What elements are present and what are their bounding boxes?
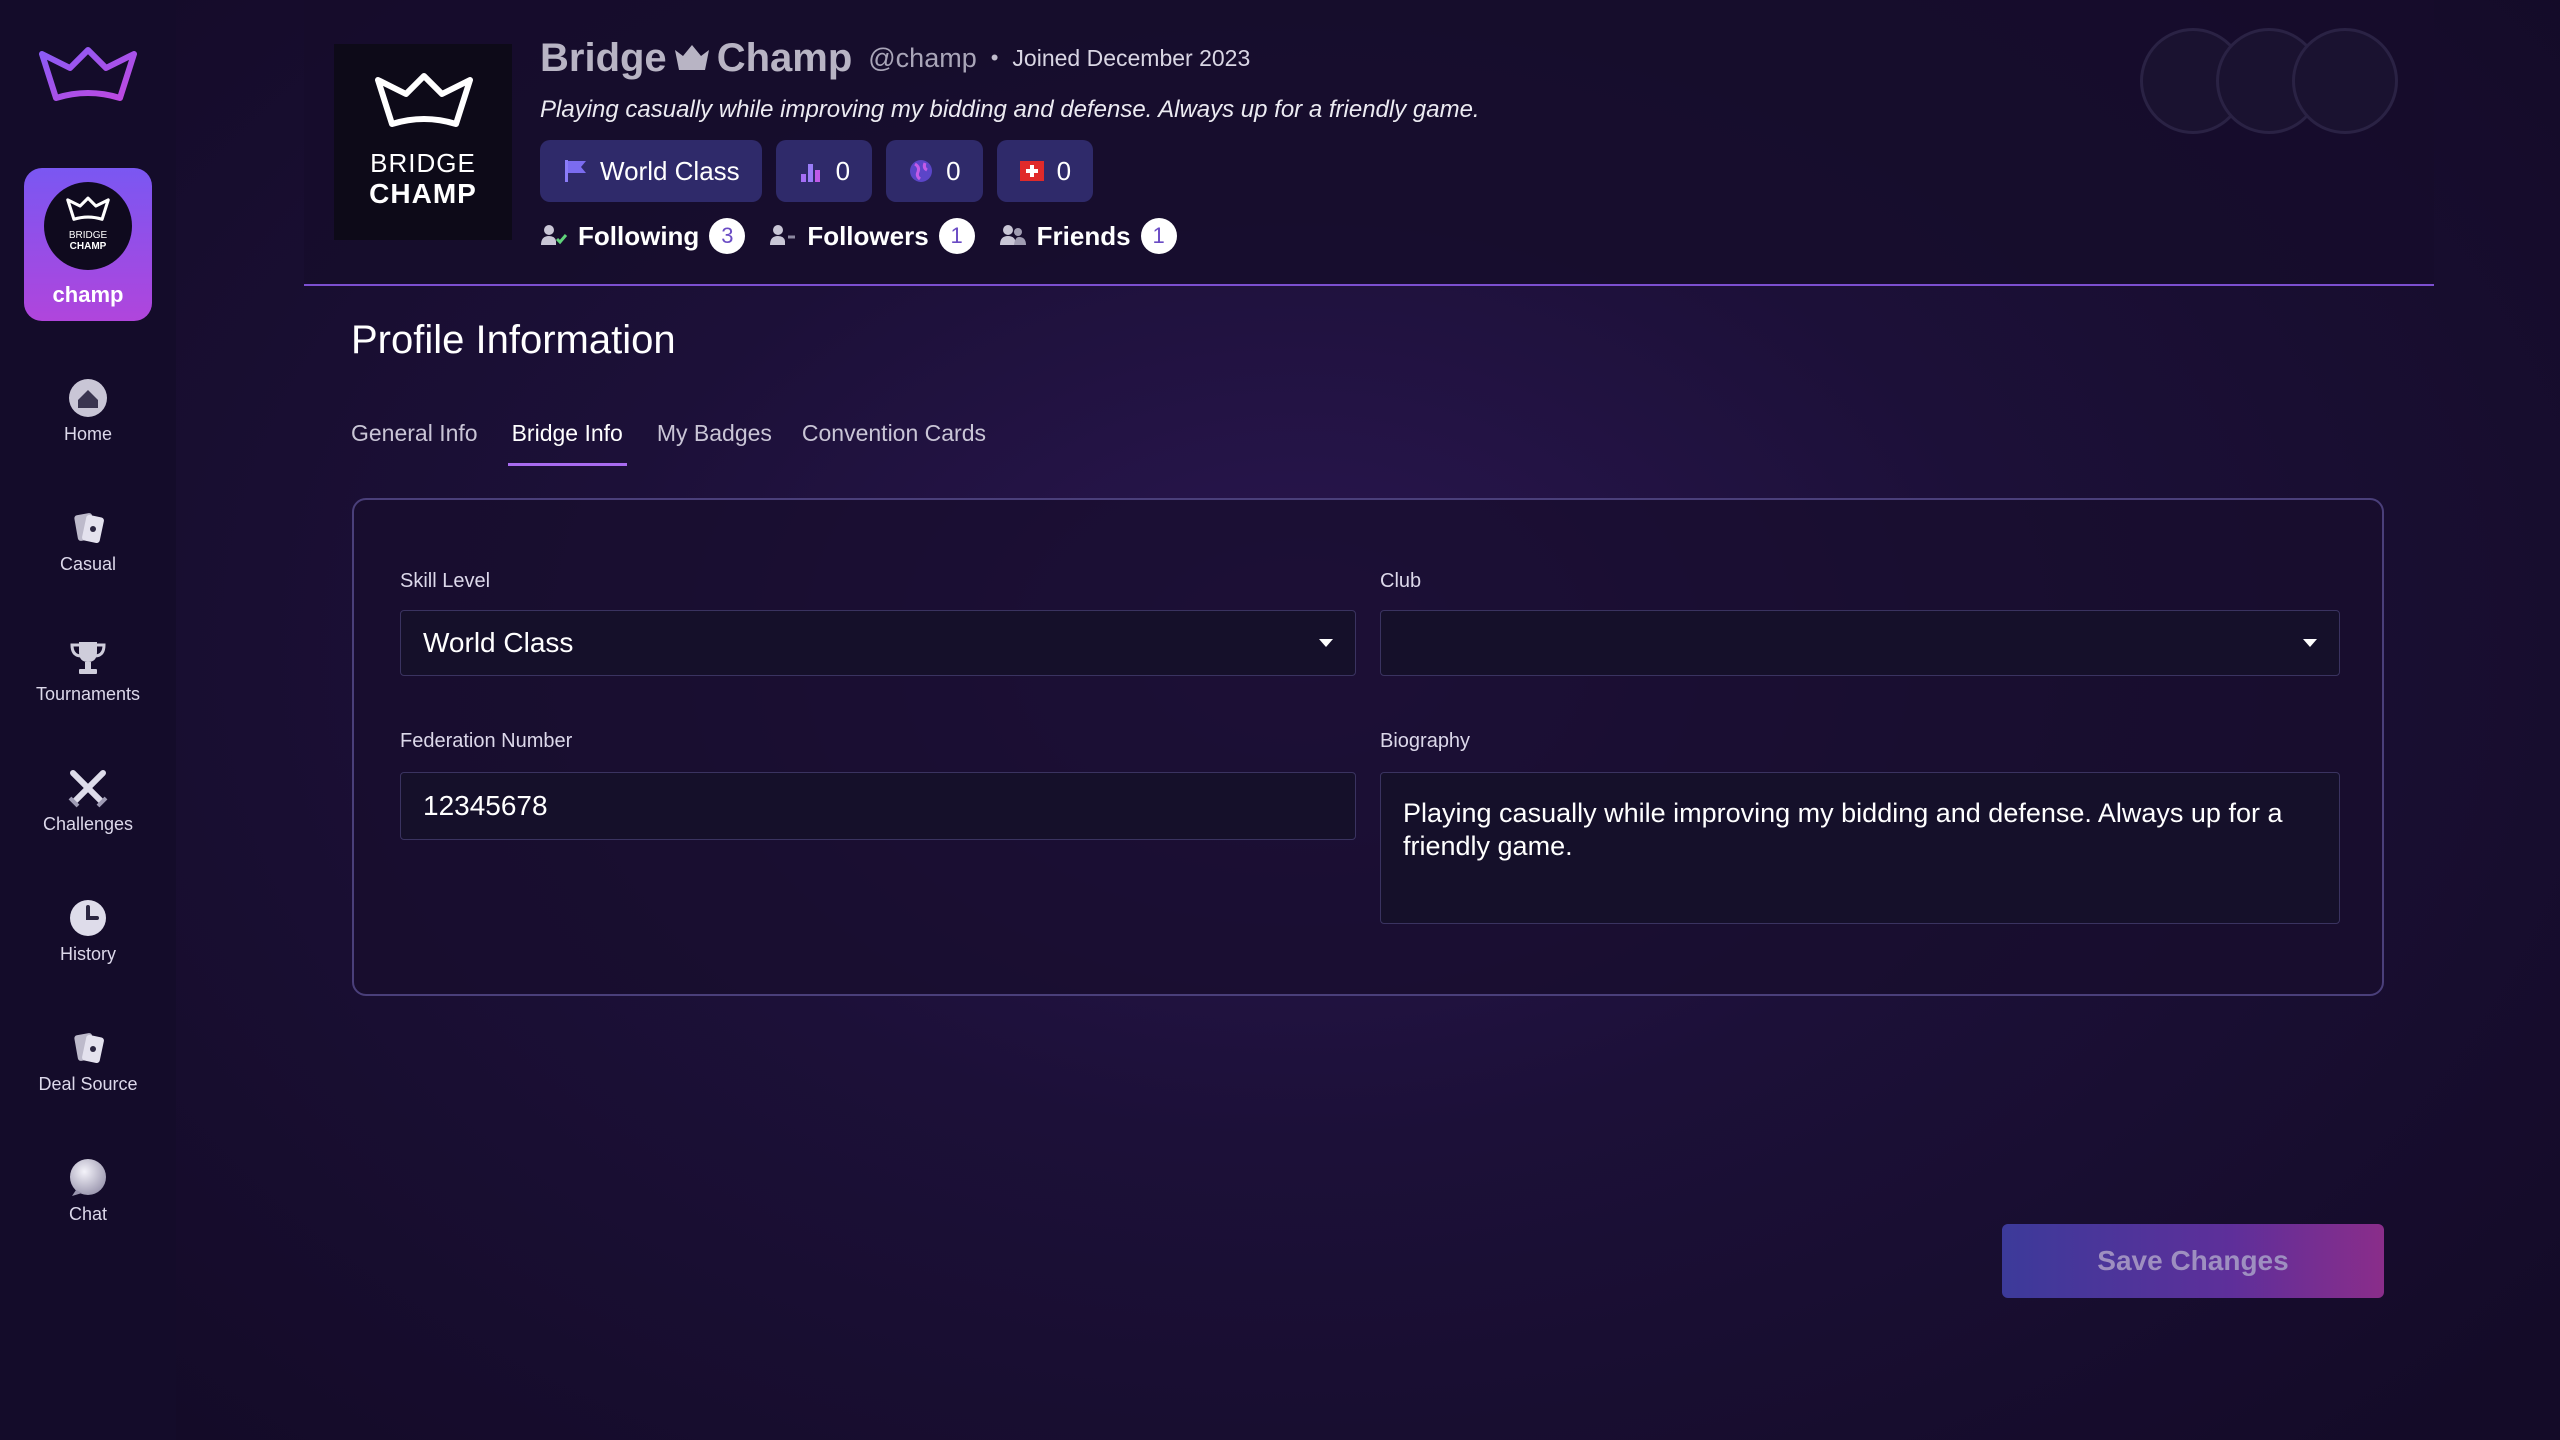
nav-label-casual: Casual: [59, 554, 117, 574]
tab-my-badges[interactable]: My Badges: [657, 420, 772, 466]
skill-level-value: World Class: [423, 627, 574, 658]
bridge-info-form: Skill Level World Class Club Federation …: [352, 498, 2384, 996]
skill-level-chip[interactable]: World Class: [540, 140, 762, 202]
club-select[interactable]: [1380, 610, 2340, 676]
separator-dot: •: [990, 45, 999, 70]
nav-item-casual[interactable]: Casual: [0, 508, 176, 618]
biography-label: Biography: [1380, 730, 1471, 752]
nav-item-tournaments[interactable]: Tournaments: [0, 638, 176, 748]
avatar: BRIDGE CHAMP: [44, 182, 132, 270]
user-name: champ: [52, 282, 124, 307]
user-follow-icon: [770, 225, 796, 245]
swiss-flag-icon: [1019, 161, 1044, 181]
following-label: Following: [578, 220, 700, 251]
nav-item-history[interactable]: History: [0, 898, 176, 1008]
cards-icon: [74, 513, 104, 544]
crossed-swords-icon: [68, 770, 108, 808]
nav-item-home[interactable]: Home: [0, 378, 176, 488]
display-name-second: Champ: [716, 35, 853, 80]
tab-general-info[interactable]: General Info: [351, 420, 478, 466]
clock-icon: [70, 900, 106, 936]
profile-logo: BRIDGE CHAMP: [334, 44, 512, 240]
crown-icon: [66, 196, 110, 221]
friends-label: Friends: [1036, 220, 1131, 251]
ranking-chip[interactable]: 0: [775, 140, 873, 202]
world-rank-chip-value: 0: [946, 155, 961, 186]
nav-label-tournaments: Tournaments: [35, 684, 141, 704]
followers-count-badge: 1: [938, 218, 975, 254]
crown-icon: [674, 45, 709, 70]
tab-convention-cards[interactable]: Convention Cards: [802, 420, 986, 466]
display-name-first: Bridge: [540, 35, 667, 80]
nav-item-deal-source[interactable]: Deal Source: [0, 1028, 176, 1138]
users-icon: [999, 225, 1026, 245]
name-row: Bridge Champ @champ • Joined December 20…: [540, 30, 1250, 86]
trophy-icon: [70, 642, 106, 674]
chat-bubble-icon: [70, 1159, 106, 1196]
save-changes-button[interactable]: Save Changes: [2002, 1224, 2384, 1298]
profile-bio: Playing casually while improving my bidd…: [540, 96, 1480, 123]
skill-level-select[interactable]: World Class: [400, 610, 1356, 676]
federation-number-label: Federation Number: [400, 730, 573, 752]
nav-label-history: History: [59, 944, 116, 964]
user-check-icon: [541, 225, 568, 245]
profile-tabs: General Info Bridge Info My Badges Conve…: [351, 420, 986, 466]
sidebar: BRIDGE CHAMP champ Home Casual Tournamen…: [0, 0, 176, 1440]
club-label: Club: [1380, 570, 1422, 592]
friends-link[interactable]: Friends 1: [999, 218, 1177, 254]
chevron-down-icon: [2303, 639, 2317, 647]
nav-item-challenges[interactable]: Challenges: [0, 768, 176, 878]
page-title: Profile Information: [351, 318, 676, 362]
ranking-icon: [800, 164, 820, 182]
crown-icon[interactable]: [38, 44, 138, 110]
federation-number-input[interactable]: 12345678: [400, 772, 1356, 840]
chevron-down-icon: [1319, 639, 1333, 647]
followers-label: Followers: [807, 220, 929, 251]
globe-icon: [910, 160, 933, 182]
nav-label-challenges: Challenges: [42, 814, 134, 834]
following-link[interactable]: Following 3: [540, 218, 746, 254]
avatar-line2: CHAMP: [69, 241, 107, 252]
username-handle: @champ: [868, 42, 977, 73]
friends-avatar-group: [2140, 28, 2404, 138]
world-rank-chip[interactable]: 0: [886, 140, 983, 202]
ranking-chip-value: 0: [835, 155, 851, 186]
friend-avatar[interactable]: [2292, 28, 2398, 134]
cards-icon: [74, 1033, 104, 1064]
nav-label-deal-source: Deal Source: [38, 1074, 138, 1094]
skill-level-label: Skill Level: [400, 570, 491, 592]
crown-icon: [375, 73, 473, 127]
avatar-text: BRIDGE CHAMP: [44, 230, 132, 252]
user-card[interactable]: BRIDGE CHAMP champ: [24, 168, 152, 321]
skill-level-chip-label: World Class: [600, 155, 740, 186]
tab-bridge-info[interactable]: Bridge Info: [507, 420, 627, 466]
following-count-badge: 3: [709, 218, 746, 254]
stat-chips: World Class 0 0 0: [540, 140, 1094, 202]
nav-label-home: Home: [63, 424, 112, 444]
logo-text-line1: BRIDGE: [370, 148, 476, 178]
nav-item-chat[interactable]: Chat: [0, 1158, 176, 1268]
nav-label-chat: Chat: [68, 1204, 108, 1224]
biography-textarea[interactable]: Playing casually while improving my bidd…: [1380, 772, 2340, 924]
profile-header: BRIDGE CHAMP Bridge Champ @champ • Joine…: [304, 0, 2434, 286]
home-icon: [69, 379, 107, 417]
country-rank-chip[interactable]: 0: [996, 140, 1094, 202]
followers-link[interactable]: Followers 1: [769, 218, 975, 254]
joined-date: Joined December 2023: [1012, 44, 1251, 71]
friends-count-badge: 1: [1140, 218, 1177, 254]
country-rank-chip-value: 0: [1056, 155, 1072, 186]
avatar-line1: BRIDGE: [68, 230, 108, 241]
flag-icon: [565, 160, 586, 182]
social-counts: Following 3 Followers 1 Friends 1: [540, 218, 1191, 254]
logo-text-line2: CHAMP: [369, 178, 477, 209]
